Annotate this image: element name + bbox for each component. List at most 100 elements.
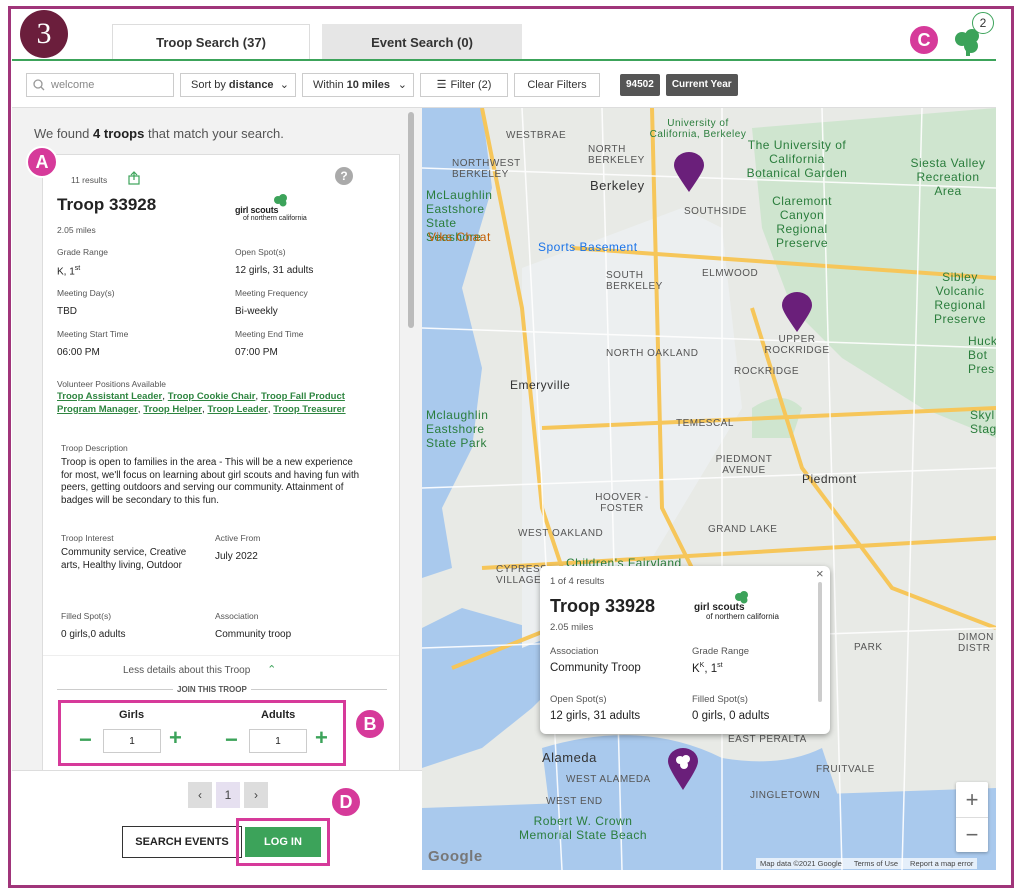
volunteer-links: Troop Assistant Leader, Troop Cookie Cha…: [57, 391, 346, 415]
grade-range-value: K, 1st: [57, 265, 81, 278]
help-icon[interactable]: ?: [335, 167, 353, 185]
filter-toolbar: welcome Sort by distance ⌄ Within 10 mil…: [12, 62, 996, 108]
map-label: Emeryville: [510, 378, 571, 392]
troop-map-pin[interactable]: [782, 292, 812, 332]
close-icon[interactable]: ×: [816, 566, 824, 581]
filter-lines-icon: ☰: [436, 79, 447, 91]
popup-association-value: Community Troop: [550, 662, 641, 674]
map-background: [422, 108, 996, 870]
map-view[interactable]: WESTBRAE University of California, Berke…: [422, 108, 996, 870]
map-label: PARK: [854, 642, 883, 653]
volunteer-link[interactable]: Troop Helper: [143, 404, 202, 415]
selected-troop-pin[interactable]: [668, 748, 698, 790]
meeting-frequency-label: Meeting Frequency: [235, 288, 308, 298]
results-prefix: We found: [34, 126, 90, 141]
map-label: WESTBRAE: [506, 130, 567, 141]
gs-logo-line2: of northern california: [243, 215, 307, 222]
less-details-toggle[interactable]: Less details about this Troop ⌃: [123, 663, 276, 676]
map-label: NORTHWEST BERKELEY: [452, 158, 521, 180]
chevron-down-icon: ⌄: [397, 79, 407, 91]
results-count: 4 troops: [93, 126, 145, 141]
search-tabs: Troop Search (37) Event Search (0): [112, 24, 522, 60]
troop-card: 11 results ? Troop 33928 2.05 miles girl…: [42, 154, 400, 794]
volunteer-link[interactable]: Troop Treasurer: [273, 404, 345, 415]
volunteer-link[interactable]: Troop Cookie Chair: [168, 391, 256, 402]
pagination: ‹ 1 ›: [188, 782, 268, 808]
adults-minus-button[interactable]: −: [225, 727, 238, 753]
map-label: HOOVER - FOSTER: [595, 492, 649, 514]
map-label: Huck Bot Pres: [968, 334, 996, 376]
volunteer-label: Volunteer Positions Available: [57, 379, 167, 389]
within-value: 10 miles: [346, 78, 391, 91]
login-button[interactable]: LOG IN: [245, 827, 321, 857]
search-input[interactable]: welcome: [26, 72, 174, 97]
map-label: JINGLETOWN: [750, 790, 821, 801]
step-number-badge: 3: [20, 10, 68, 58]
meeting-days-label: Meeting Day(s): [57, 288, 115, 298]
search-events-button[interactable]: SEARCH EVENTS: [122, 826, 242, 858]
troop-map-pin[interactable]: [674, 152, 704, 192]
interest-label: Troop Interest: [61, 533, 114, 543]
girls-plus-button[interactable]: +: [169, 725, 182, 751]
year-chip[interactable]: Current Year: [665, 73, 738, 96]
filter-button-label: Filter (2): [450, 78, 492, 91]
popup-scrollbar[interactable]: [818, 582, 822, 702]
tab-troop-search[interactable]: Troop Search (37): [112, 24, 310, 60]
popup-logo-line2: of northern california: [706, 612, 779, 621]
zoom-out-button[interactable]: −: [956, 817, 988, 852]
map-label: Viks Chaat: [428, 230, 491, 244]
distance-select[interactable]: Within 10 miles ⌄: [302, 72, 414, 97]
results-scrollbar[interactable]: [408, 112, 414, 328]
adults-quantity-input[interactable]: 1: [249, 729, 307, 753]
girls-label: Girls: [119, 709, 145, 721]
google-logo: Google: [428, 848, 483, 865]
report-error-link[interactable]: Report a map error: [910, 859, 973, 868]
map-label: Claremont Canyon Regional Preserve: [772, 194, 832, 250]
map-label: FRUITVALE: [816, 764, 875, 775]
troop-name: Troop 33928: [57, 195, 157, 214]
zoom-in-button[interactable]: +: [956, 782, 988, 817]
adults-plus-button[interactable]: +: [315, 725, 328, 751]
results-suffix: that match your search.: [147, 126, 284, 141]
zip-chip[interactable]: 94502: [620, 73, 660, 96]
results-summary: We found 4 troops that match your search…: [34, 126, 284, 141]
clear-filters-button[interactable]: Clear Filters: [514, 72, 600, 97]
map-label: TEMESCAL: [676, 418, 734, 429]
map-label: CYPRESS VILLAGE: [496, 564, 548, 586]
sort-select[interactable]: Sort by distance ⌄: [180, 72, 296, 97]
volunteer-link[interactable]: Troop Leader: [208, 404, 268, 415]
volunteer-link[interactable]: Troop Assistant Leader: [57, 391, 162, 402]
girls-quantity-input[interactable]: 1: [103, 729, 161, 753]
cart-count-badge: 2: [972, 12, 994, 34]
map-label: SOUTHSIDE: [684, 206, 747, 217]
tab-event-search[interactable]: Event Search (0): [322, 24, 522, 60]
end-time-label: Meeting End Time: [235, 329, 304, 339]
tab-underline: [12, 59, 996, 61]
share-icon[interactable]: [127, 171, 141, 185]
map-label: WEST ALAMEDA: [566, 774, 651, 785]
current-page[interactable]: 1: [216, 782, 240, 808]
gs-logo-line1: girl scouts: [235, 205, 279, 215]
filter-button[interactable]: ☰ Filter (2): [420, 72, 508, 97]
divider: [43, 655, 399, 656]
map-label: NORTH BERKELEY: [588, 144, 645, 166]
map-info-popup: × 1 of 4 results Troop 33928 2.05 miles …: [540, 566, 830, 734]
sort-prefix: Sort by: [191, 78, 226, 91]
popup-open-label: Open Spot(s): [550, 694, 607, 705]
map-label: ROCKRIDGE: [734, 366, 800, 377]
terms-link[interactable]: Terms of Use: [854, 859, 898, 868]
filled-value: 0 girls,0 adults: [61, 629, 126, 640]
girls-minus-button[interactable]: −: [79, 727, 92, 753]
next-page-button[interactable]: ›: [244, 782, 268, 808]
meeting-days-value: TBD: [57, 306, 77, 317]
popup-grade-value: KK, 1st: [692, 662, 723, 675]
map-label: Sibley Volcanic Regional Preserve: [933, 270, 987, 326]
within-prefix: Within: [313, 78, 344, 91]
popup-troop-name: Troop 33928: [550, 596, 656, 616]
prev-page-button[interactable]: ‹: [188, 782, 212, 808]
map-label: EAST PERALTA: [728, 734, 807, 745]
map-label: Sports Basement: [538, 240, 638, 254]
troop-distance: 2.05 miles: [57, 225, 96, 235]
search-icon: [33, 78, 45, 90]
start-time-value: 06:00 PM: [57, 347, 100, 358]
